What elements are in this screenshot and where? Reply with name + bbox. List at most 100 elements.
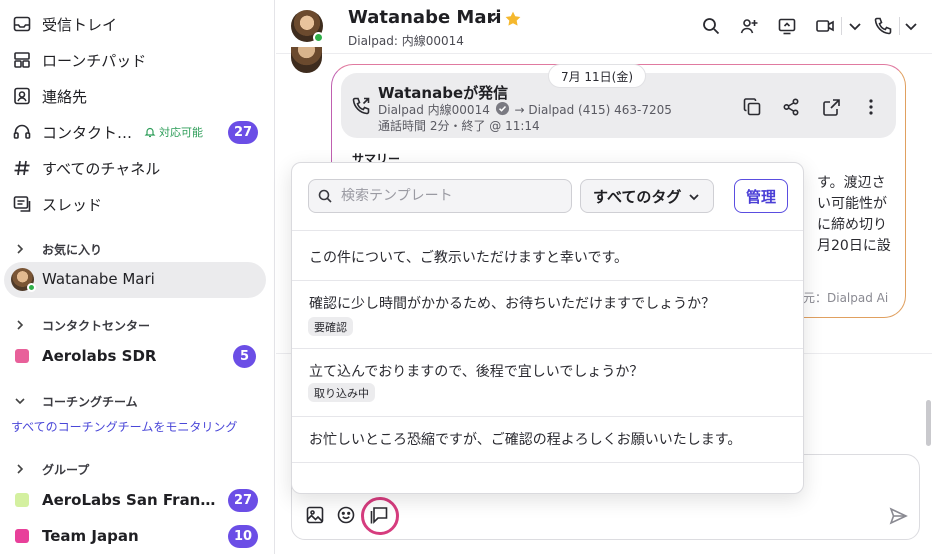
summary-text: に締め切り [817, 217, 887, 233]
manage-button[interactable]: 管理 [734, 179, 788, 213]
count-badge: 10 [228, 524, 259, 548]
call-from: Dialpad 内線00014 [378, 103, 490, 117]
template-item[interactable]: 確認に少し時間がかかるため、お待ちいただけますでしょうか？ 要確認 [292, 280, 803, 348]
template-text: この件について、ご教示いただけますと幸いです。 [309, 250, 629, 266]
share-icon[interactable] [781, 97, 801, 117]
divider [899, 17, 900, 35]
sidebar-item-aerolabs-sdr[interactable]: Aerolabs SDR 5 [0, 338, 275, 374]
contact-name[interactable]: Watanabe Mari [348, 7, 502, 28]
search-icon [317, 188, 333, 204]
divider [841, 17, 842, 35]
sidebar-item-team-japan[interactable]: Team Japan 10 [0, 518, 275, 554]
chevron-down-icon[interactable] [845, 16, 865, 36]
chevron-down-icon [13, 394, 27, 408]
template-item[interactable]: 立て込んでおりますので、後程で宜しいでしょうか？ 取り込み中 [292, 348, 803, 416]
date-pill: 7月 11日(金) [548, 64, 646, 88]
arrow-right-icon: → [514, 103, 525, 117]
monitor-coaching-link[interactable]: すべてのコーチングチームをモニタリング [11, 418, 237, 435]
sidebar-item-label: AeroLabs San Francis... [42, 491, 217, 509]
verified-icon [495, 101, 510, 116]
call-route: Dialpad 内線00014 → Dialpad (415) 463-7205 [378, 101, 672, 118]
availability-status[interactable]: 対応可能 [144, 124, 203, 140]
status-text: 対応可能 [159, 126, 203, 139]
scrollbar[interactable] [926, 400, 931, 446]
launchpad-icon [12, 50, 32, 70]
sidebar-item-label: Watanabe Mari [42, 270, 155, 288]
phone-icon[interactable] [873, 16, 893, 36]
chevron-down-icon[interactable] [901, 16, 921, 36]
sidebar-item-contact-center[interactable]: コンタクト… 対応可能 27 [0, 114, 275, 150]
section-favorites[interactable]: お気に入り [0, 237, 275, 261]
more-options-icon[interactable] [861, 97, 881, 117]
sidebar-item-label: 受信トレイ [42, 15, 118, 34]
summary-source: 元：Dialpad Ai [803, 291, 889, 305]
tag-filter-label: すべてのタグ [593, 187, 682, 206]
section-coaching[interactable]: コーチングチーム [0, 389, 275, 413]
call-meta: 通話時間 2分・終了 @ 11:14 [378, 119, 540, 133]
online-status-dot [313, 32, 324, 43]
image-icon[interactable] [305, 505, 325, 525]
template-search[interactable] [308, 179, 572, 213]
open-external-icon[interactable] [822, 97, 842, 117]
sidebar-item-watanabe-mari[interactable]: Watanabe Mari [4, 262, 266, 298]
threads-icon [12, 194, 32, 214]
sidebar-item-all-channels[interactable]: すべてのチャネル [0, 150, 275, 186]
template-list-end [292, 462, 803, 493]
emoji-icon[interactable] [336, 505, 356, 525]
section-title: お気に入り [42, 242, 103, 257]
template-text: お忙しいところ恐縮ですが、ご確認の程よろしくお願いいたします。 [309, 432, 742, 448]
chevron-right-icon [13, 462, 27, 476]
star-icon[interactable] [504, 10, 522, 28]
share-screen-icon[interactable] [777, 16, 797, 36]
chevron-down-icon [687, 190, 701, 204]
sidebar-item-inbox[interactable]: 受信トレイ [0, 6, 275, 42]
contact-subtitle: Dialpad: 内線00014 [348, 34, 464, 48]
sidebar: 受信トレイ ローンチパッド 連絡先 コンタクト… 対応可能 27 すべてのチャネ… [0, 0, 275, 554]
contacts-icon [12, 86, 32, 106]
template-item[interactable]: お忙しいところ恐縮ですが、ご確認の程よろしくお願いいたします。 [292, 416, 803, 462]
count-badge: 27 [228, 488, 259, 512]
add-person-icon[interactable] [739, 16, 759, 36]
sidebar-item-threads[interactable]: スレッド [0, 186, 275, 222]
sidebar-item-label: コンタクト… [42, 123, 133, 142]
color-square [15, 493, 29, 507]
template-text: 確認に少し時間がかかるため、お待ちいただけますでしょうか？ [309, 296, 716, 312]
summary-text: す。渡辺さ [817, 175, 886, 191]
sidebar-item-launchpad[interactable]: ローンチパッド [0, 42, 275, 78]
sidebar-item-label: Team Japan [42, 527, 139, 545]
copy-icon[interactable] [742, 97, 762, 117]
sidebar-item-label: スレッド [42, 195, 103, 214]
hash-icon [12, 158, 32, 178]
headset-icon [12, 122, 32, 142]
section-title: コーチングチーム [42, 394, 138, 409]
send-icon[interactable] [888, 506, 908, 526]
highlight-ring [361, 497, 399, 535]
chevron-right-icon [13, 318, 27, 332]
section-groups[interactable]: グループ [0, 457, 275, 481]
outgoing-call-icon [351, 96, 371, 116]
sidebar-item-label: Aerolabs SDR [42, 347, 157, 365]
sidebar-item-contacts[interactable]: 連絡先 [0, 78, 275, 114]
call-title: Watanabeが発信 [378, 84, 509, 102]
section-title: グループ [42, 462, 90, 477]
color-square [15, 349, 29, 363]
template-item[interactable]: この件について、ご教示いただけますと幸いです。 [292, 230, 803, 280]
count-badge: 27 [228, 120, 259, 144]
search-icon[interactable] [701, 16, 721, 36]
section-title: コンタクトセンター [42, 318, 151, 333]
chevron-down-icon[interactable] [486, 12, 500, 26]
sidebar-item-label: すべてのチャネル [42, 159, 161, 178]
template-picker-popup: すべてのタグ 管理 この件について、ご教示いただけますと幸いです。 確認に少し時… [291, 162, 804, 494]
color-square [15, 529, 29, 543]
count-badge: 5 [233, 344, 256, 368]
summary-text: 月20日に設 [817, 238, 891, 254]
sidebar-item-aerolabs-sf[interactable]: AeroLabs San Francis... 27 [0, 482, 275, 518]
template-text: 立て込んでおりますので、後程で宜しいでしょうか？ [309, 364, 644, 380]
call-to: Dialpad (415) 463-7205 [528, 103, 672, 117]
video-icon[interactable] [815, 16, 835, 36]
tag-filter-dropdown[interactable]: すべてのタグ [580, 179, 714, 213]
template-search-input[interactable] [341, 180, 565, 212]
inbox-icon [12, 14, 32, 34]
section-contact-center[interactable]: コンタクトセンター [0, 313, 275, 337]
sidebar-item-label: 連絡先 [42, 87, 88, 106]
